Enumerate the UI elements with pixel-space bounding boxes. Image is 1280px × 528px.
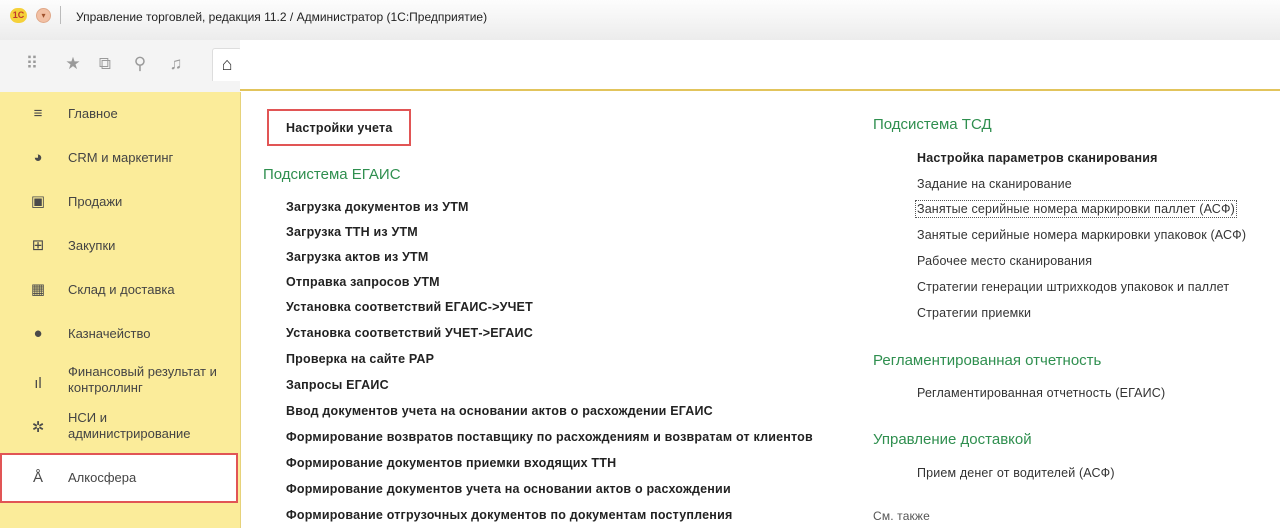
- header-accent-line: [240, 89, 1280, 91]
- egais-link[interactable]: Запросы ЕГАИС: [286, 378, 389, 392]
- sidebar-item-crm[interactable]: ◕ CRM и маркетинг: [0, 136, 240, 180]
- window-titlebar: 1С ▾ Управление торговлей, редакция 11.2…: [0, 0, 1280, 41]
- tsd-link[interactable]: Стратегии генерации штрихкодов упаковок …: [917, 280, 1229, 294]
- egais-link[interactable]: Формирование документов приемки входящих…: [286, 456, 616, 470]
- egais-link[interactable]: Формирование отгрузочных документов по д…: [286, 508, 732, 522]
- reports-heading: Регламентированная отчетность: [873, 352, 1102, 369]
- app-logo-icon: 1С: [10, 8, 27, 23]
- egais-link[interactable]: Ввод документов учета на основании актов…: [286, 404, 713, 418]
- sidebar-item-purchases[interactable]: ⊞ Закупки: [0, 224, 240, 268]
- egais-link[interactable]: Отправка запросов УТМ: [286, 275, 440, 289]
- bell-icon[interactable]: ♫: [166, 54, 186, 74]
- cart-icon: ⊞: [31, 237, 45, 254]
- menu-lines-icon: ≡: [33, 105, 43, 122]
- bar-chart-icon: ıl: [34, 375, 42, 392]
- egais-link[interactable]: Формирование документов учета на основан…: [286, 482, 731, 496]
- content-header: [240, 40, 1280, 92]
- sidebar-item-label: CRM и маркетинг: [68, 150, 174, 165]
- tsd-heading: Подсистема ТСД: [873, 116, 992, 133]
- search-icon[interactable]: ⚲: [130, 54, 150, 74]
- delivery-heading: Управление доставкой: [873, 431, 1032, 448]
- sidebar-item-sales[interactable]: ▣ Продажи: [0, 180, 240, 224]
- delivery-link[interactable]: Прием денег от водителей (АСФ): [917, 466, 1115, 480]
- sidebar-item-label: Закупки: [68, 238, 116, 253]
- scan-settings-link[interactable]: Настройка параметров сканирования: [917, 151, 1158, 165]
- tsd-link[interactable]: Занятые серийные номера маркировки упако…: [917, 228, 1246, 242]
- sidebar-item-label: Финансовый результат и контроллинг: [68, 364, 217, 395]
- egais-link[interactable]: Загрузка ТТН из УТМ: [286, 225, 418, 239]
- egais-link[interactable]: Загрузка документов из УТМ: [286, 200, 469, 214]
- window-title: Управление торговлей, редакция 11.2 / Ад…: [76, 10, 488, 24]
- tsd-link[interactable]: Задание на сканирование: [917, 177, 1072, 191]
- egais-link[interactable]: Установка соответствий УЧЕТ->ЕГАИС: [286, 326, 533, 340]
- shopping-bag-icon: ▣: [30, 193, 46, 210]
- sidebar-item-warehouse[interactable]: ▦ Склад и доставка: [0, 268, 240, 312]
- bottle-icon: Å: [32, 469, 43, 486]
- panel-toolbar: ⠿ ★ ⧉ ⚲ ♫ ⌂: [0, 40, 242, 93]
- sidebar-item-label: НСИ и администрирование: [68, 410, 191, 441]
- see-also-label: См. также: [873, 509, 930, 523]
- accounting-settings-link[interactable]: Настройки учета: [286, 121, 393, 135]
- sidebar-item-finance[interactable]: ıl Финансовый результат и контроллинг: [0, 356, 240, 400]
- sidebar-item-treasury[interactable]: ● Казначейство: [0, 312, 240, 356]
- sidebar-item-label: Главное: [68, 106, 118, 121]
- sidebar-item-alkosfera[interactable]: Å Алкосфера: [0, 453, 238, 503]
- main-menu-button[interactable]: ▾: [36, 8, 51, 23]
- egais-link[interactable]: Проверка на сайте РАР: [286, 352, 434, 366]
- titlebar-divider: [60, 6, 61, 24]
- apps-icon[interactable]: ⠿: [22, 54, 42, 74]
- sections-sidebar: ≡ Главное ◕ CRM и маркетинг ▣ Продажи ⊞ …: [0, 92, 241, 528]
- home-icon[interactable]: ⌂: [212, 48, 242, 81]
- egais-heading: Подсистема ЕГАИС: [263, 166, 401, 183]
- star-icon[interactable]: ★: [63, 54, 83, 74]
- warehouse-icon: ▦: [30, 281, 46, 298]
- egais-link[interactable]: Формирование возвратов поставщику по рас…: [286, 430, 813, 444]
- sidebar-item-admin[interactable]: ✲ НСИ и администрирование: [0, 402, 240, 446]
- tsd-link[interactable]: Стратегии приемки: [917, 306, 1031, 320]
- sidebar-item-label: Склад и доставка: [68, 282, 175, 297]
- gear-icon: ✲: [31, 419, 45, 436]
- egais-link[interactable]: Загрузка актов из УТМ: [286, 250, 429, 264]
- sidebar-item-label: Алкосфера: [68, 470, 137, 485]
- tsd-link-focused[interactable]: Занятые серийные номера маркировки палле…: [915, 200, 1237, 218]
- history-icon[interactable]: ⧉: [95, 54, 115, 74]
- tsd-link[interactable]: Рабочее место сканирования: [917, 254, 1092, 268]
- sidebar-item-label: Казначейство: [68, 326, 151, 341]
- sidebar-item-label: Продажи: [68, 194, 123, 209]
- egais-link[interactable]: Установка соответствий ЕГАИС->УЧЕТ: [286, 300, 533, 314]
- reports-link[interactable]: Регламентированная отчетность (ЕГАИС): [917, 386, 1165, 400]
- pie-chart-icon: ◕: [33, 149, 43, 166]
- sidebar-item-main[interactable]: ≡ Главное: [0, 92, 240, 136]
- coin-icon: ●: [33, 325, 43, 342]
